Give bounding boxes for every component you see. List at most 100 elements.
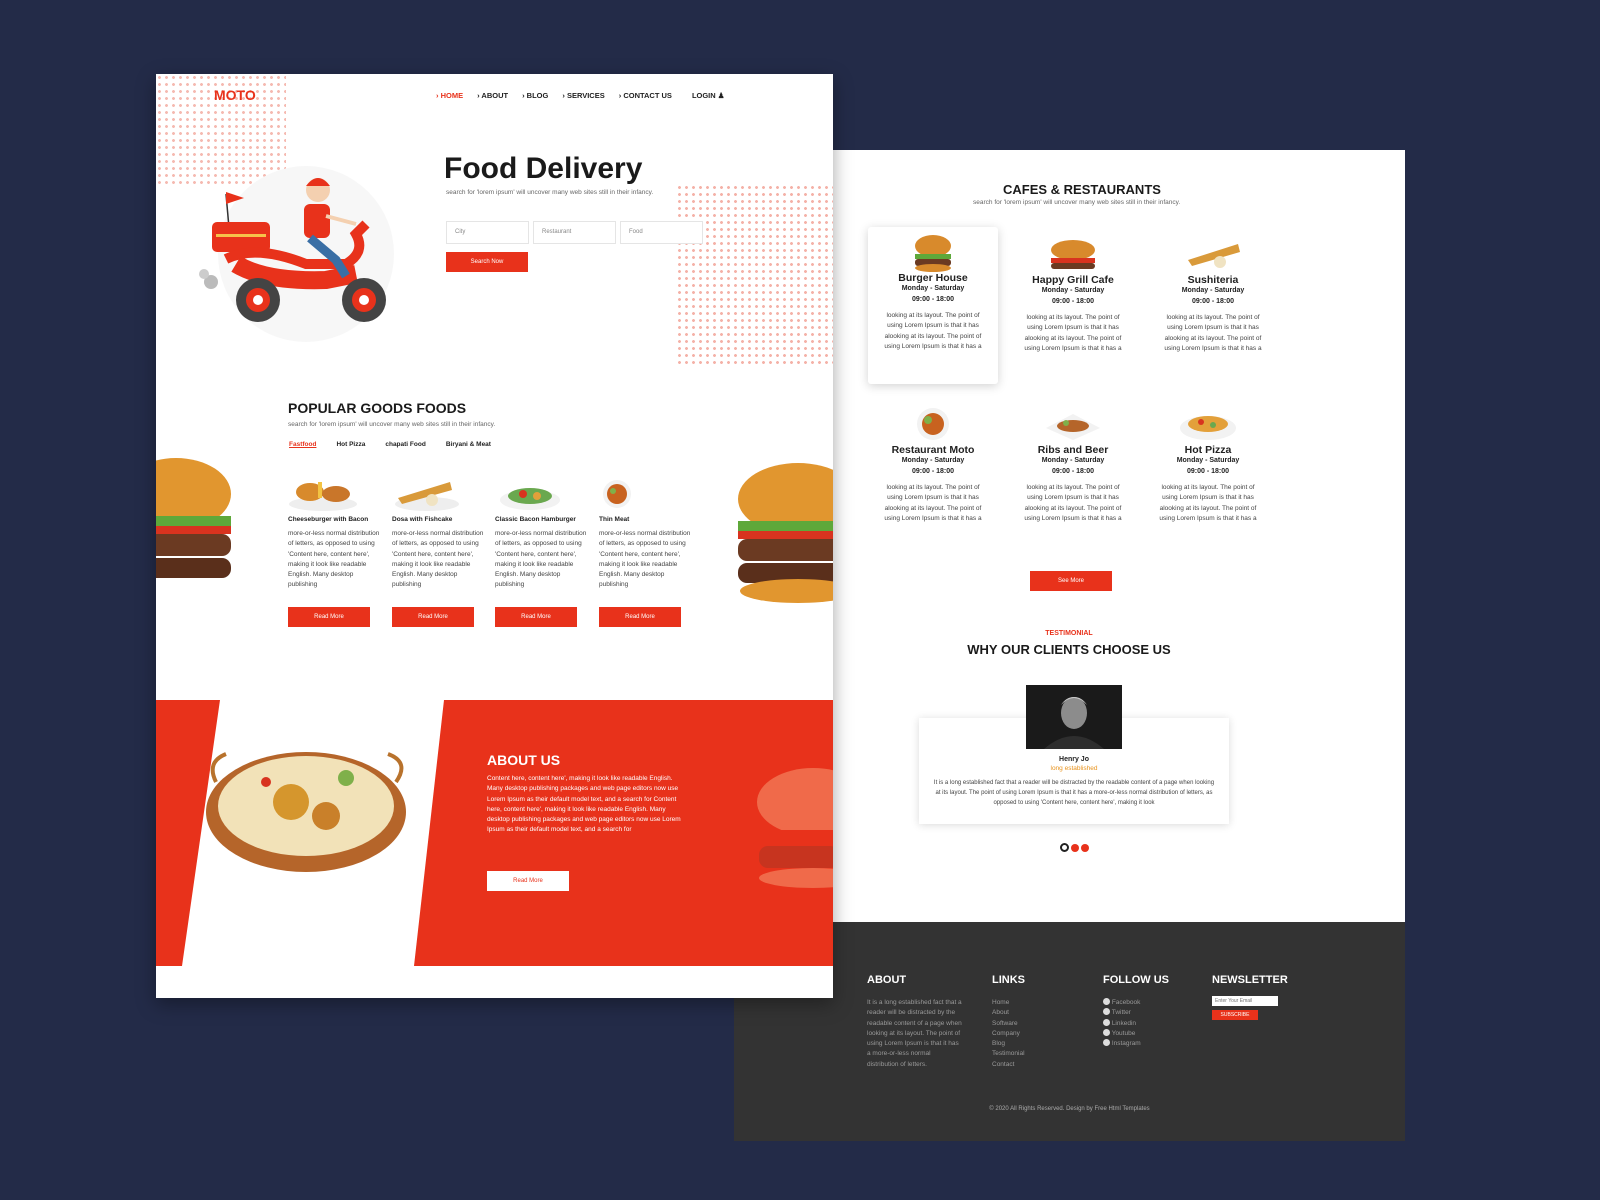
nav-services[interactable]: › SERVICES xyxy=(562,91,604,100)
user-icon: ♟ xyxy=(717,91,725,100)
food-name: Thin Meat xyxy=(599,516,630,523)
restaurant-days: Monday - Saturday xyxy=(901,457,965,464)
food-name: Dosa with Fishcake xyxy=(392,516,453,523)
social-instagram[interactable]: Instagram xyxy=(1103,1039,1141,1049)
twitter-icon xyxy=(1103,1008,1110,1016)
nav-contact-us[interactable]: › CONTACT US xyxy=(619,91,672,100)
carousel-dot[interactable] xyxy=(1071,843,1079,852)
main-nav: › HOME › ABOUT › BLOG › SERVICES › CONTA… xyxy=(436,91,725,100)
restaurant-input[interactable]: Restaurant xyxy=(533,221,616,244)
read-more-button[interactable]: Read More xyxy=(495,606,577,627)
social-facebook[interactable]: Facebook xyxy=(1103,998,1141,1008)
footer-links-title: LINKS xyxy=(992,974,1025,986)
subscribe-button[interactable]: SUBSCRIBE xyxy=(1212,1010,1258,1020)
footer-links: Home About Software Company Blog Testimo… xyxy=(992,998,1025,1070)
restaurant-hours: 09:00 - 18:00 xyxy=(1051,297,1095,305)
tab-chapati-food[interactable]: chapati Food xyxy=(385,441,425,448)
city-input[interactable]: City xyxy=(446,221,529,244)
testimonial-title: WHY OUR CLIENTS CHOOSE US xyxy=(967,642,1171,657)
nav-about[interactable]: › ABOUT xyxy=(477,91,508,100)
restaurant-name: Ribs and Beer xyxy=(1037,444,1109,456)
nav-blog[interactable]: › BLOG xyxy=(522,91,548,100)
restaurant-hours: 09:00 - 18:00 xyxy=(1191,297,1235,305)
newsletter-email-input[interactable] xyxy=(1212,996,1278,1006)
footer-link-about[interactable]: About xyxy=(992,1008,1025,1018)
read-more-button[interactable]: Read More xyxy=(392,606,474,627)
about-title: ABOUT US xyxy=(487,752,561,768)
food-name: Classic Bacon Hamburger xyxy=(495,516,576,523)
linkedin-icon xyxy=(1103,1018,1110,1026)
carousel-dot-active[interactable] xyxy=(1060,843,1069,852)
burger-image xyxy=(156,458,231,578)
food-description: more-or-less normal distribution of lett… xyxy=(392,530,484,589)
social-youtube[interactable]: Youtube xyxy=(1103,1028,1141,1039)
search-now-button[interactable]: Search Now xyxy=(446,252,528,272)
restaurant-description: looking at its layout. The point of usin… xyxy=(1159,484,1257,522)
footer-link-testimonial[interactable]: Testimonial xyxy=(992,1049,1025,1059)
read-more-button[interactable]: Read More xyxy=(599,606,681,627)
chevron-right-icon: › xyxy=(562,91,565,100)
popular-subtitle: search for 'lorem ipsum' will uncover ma… xyxy=(288,421,496,428)
restaurant-card[interactable]: Burger House Monday - Saturday 09:00 - 1… xyxy=(868,234,998,352)
pizza-icon xyxy=(1180,416,1236,440)
restaurant-name: Restaurant Moto xyxy=(891,444,975,456)
food-tabs: Fastfood Hot Pizza chapati Food Biryani … xyxy=(289,441,491,448)
hero-title: Food Delivery xyxy=(444,152,643,185)
restaurant-card[interactable]: Sushiteria Monday - Saturday 09:00 - 18:… xyxy=(1148,236,1278,354)
delivery-scooter-illustration xyxy=(199,166,394,342)
read-more-button[interactable]: Read More xyxy=(288,606,370,627)
footer-link-software[interactable]: Software xyxy=(992,1019,1025,1029)
restaurant-days: Monday - Saturday xyxy=(1181,287,1245,294)
restaurant-name: Hot Pizza xyxy=(1184,444,1232,456)
footer-follow-title: FOLLOW US xyxy=(1103,974,1169,986)
restaurant-hours: 09:00 - 18:00 xyxy=(1186,467,1230,475)
about-read-more-button[interactable]: Read More xyxy=(487,871,569,891)
footer-link-home[interactable]: Home xyxy=(992,998,1025,1008)
food-card: Thin Meat more-or-less normal distributi… xyxy=(599,476,694,627)
ribs-icon xyxy=(1046,414,1100,440)
tab-fastfood[interactable]: Fastfood xyxy=(289,441,316,448)
food-description: more-or-less normal distribution of lett… xyxy=(288,530,380,589)
login-link[interactable]: LOGIN ♟ xyxy=(692,91,725,100)
tab-biryani-meat[interactable]: Biryani & Meat xyxy=(446,441,491,448)
social-linkedin[interactable]: Linkedin xyxy=(1103,1018,1141,1029)
footer-about-title: ABOUT xyxy=(867,974,907,986)
social-twitter[interactable]: Twitter xyxy=(1103,1008,1141,1018)
footer-link-blog[interactable]: Blog xyxy=(992,1039,1025,1049)
restaurants-section: CAFES & RESTAURANTS search for 'lorem ip… xyxy=(833,150,1405,922)
testimonial-text: It is a long established fact that a rea… xyxy=(933,780,1215,806)
footer-about-text: It is a long established fact that a rea… xyxy=(867,999,962,1068)
food-image xyxy=(395,482,459,511)
food-name: Cheeseburger with Bacon xyxy=(288,516,369,523)
restaurant-card[interactable]: Happy Grill Cafe Monday - Saturday 09:00… xyxy=(1008,236,1138,354)
footer-link-contact[interactable]: Contact xyxy=(992,1060,1025,1070)
chevron-right-icon: › xyxy=(436,91,439,100)
copyright: © 2020 All Rights Reserved. Design by Fr… xyxy=(989,1106,1150,1112)
nav-home[interactable]: › HOME xyxy=(436,91,463,100)
client-role: long established xyxy=(1050,765,1098,772)
chevron-right-icon: › xyxy=(477,91,480,100)
restaurant-card[interactable]: Ribs and Beer Monday - Saturday 09:00 - … xyxy=(1008,406,1138,524)
restaurant-card[interactable]: Restaurant Moto Monday - Saturday 09:00 … xyxy=(868,406,998,524)
restaurant-card[interactable]: Hot Pizza Monday - Saturday 09:00 - 18:0… xyxy=(1143,406,1273,524)
food-input[interactable]: Food xyxy=(620,221,703,244)
restaurant-days: Monday - Saturday xyxy=(1041,457,1105,464)
food-description: more-or-less normal distribution of lett… xyxy=(599,530,691,589)
food-card: Classic Bacon Hamburger more-or-less nor… xyxy=(495,476,590,627)
burger-icon xyxy=(915,235,951,272)
tab-hot-pizza[interactable]: Hot Pizza xyxy=(336,441,365,448)
logo[interactable]: MOTO xyxy=(214,87,256,103)
dosa-icon xyxy=(1188,244,1240,268)
restaurant-hours: 09:00 - 18:00 xyxy=(911,295,955,303)
cafes-title: CAFES & RESTAURANTS xyxy=(1003,182,1161,197)
restaurant-description: looking at its layout. The point of usin… xyxy=(884,484,982,522)
salad-icon xyxy=(917,408,949,440)
chevron-right-icon: › xyxy=(522,91,525,100)
footer-link-company[interactable]: Company xyxy=(992,1029,1025,1039)
food-image xyxy=(500,488,560,510)
see-more-button[interactable]: See More xyxy=(1030,571,1112,591)
carousel-dot[interactable] xyxy=(1081,843,1089,852)
burger-icon xyxy=(1051,240,1095,269)
landing-page-left: MOTO › HOME › ABOUT › BLOG › SERVICES › … xyxy=(156,74,833,998)
restaurant-description: looking at its layout. The point of usin… xyxy=(884,312,982,350)
